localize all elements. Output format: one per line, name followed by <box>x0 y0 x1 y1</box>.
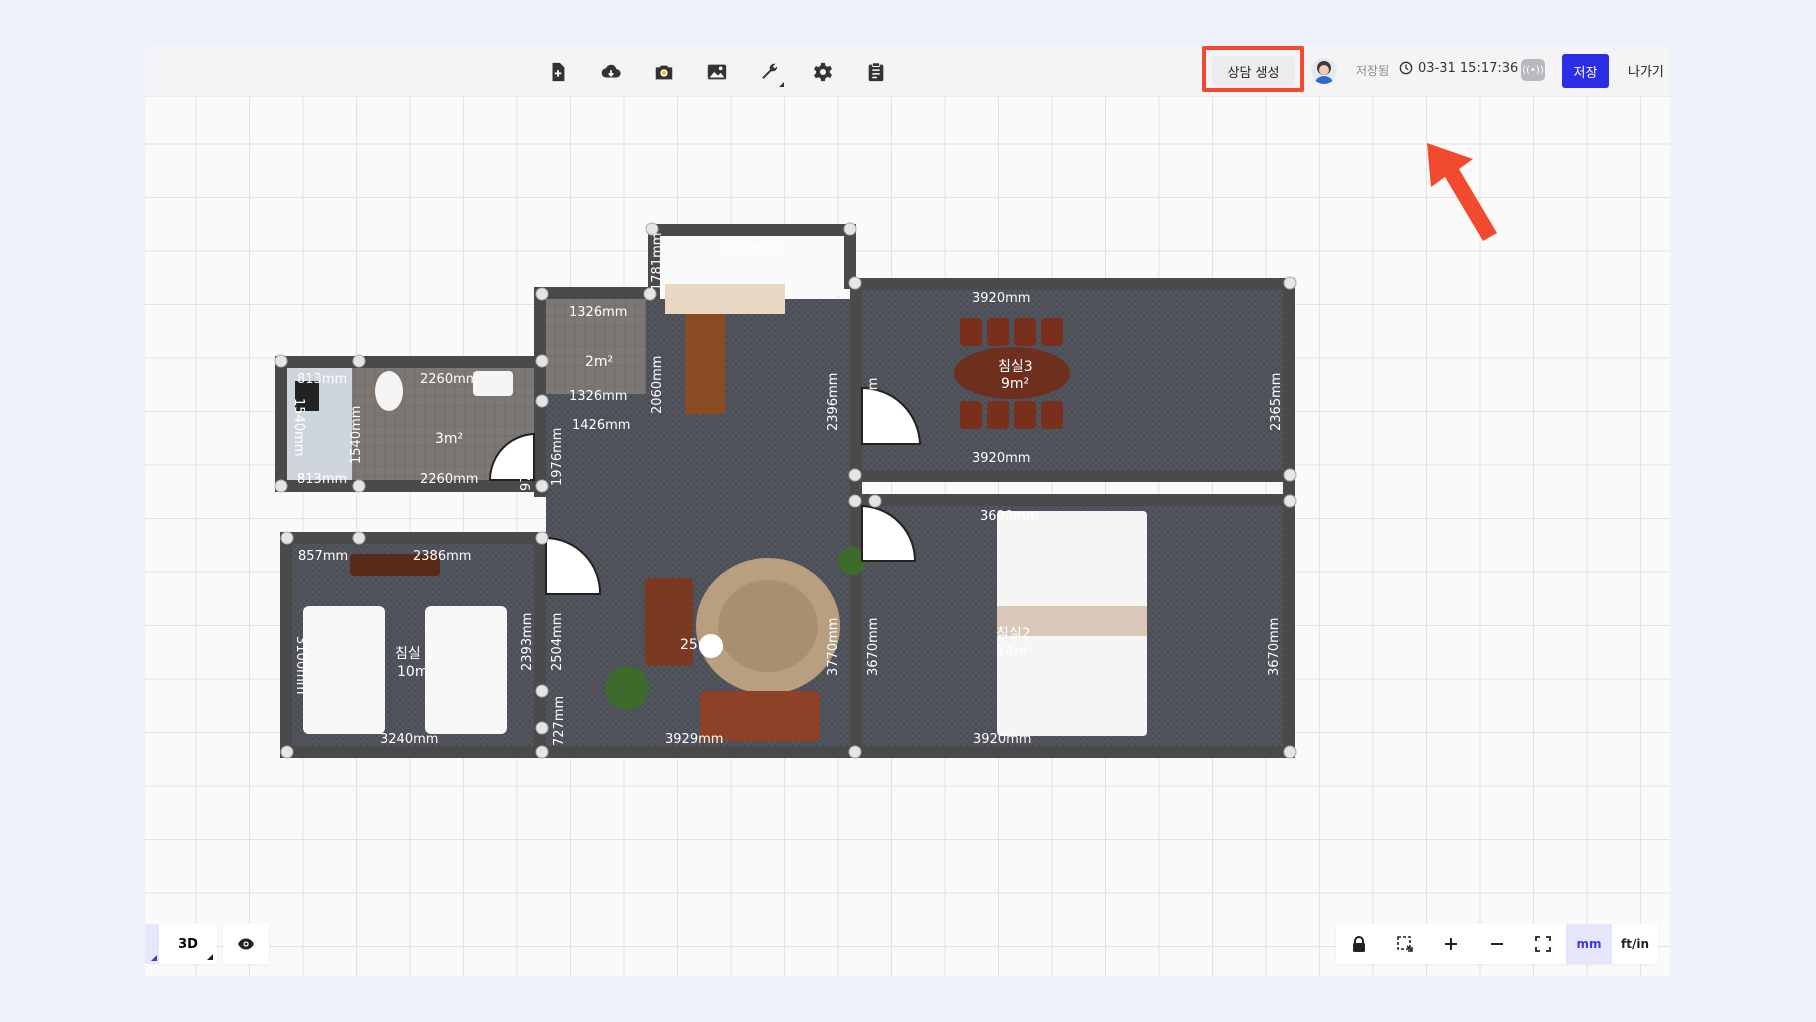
dimension-label: 3920mm <box>972 451 1030 466</box>
room-label-living-area: 25m² <box>680 637 717 653</box>
image-icon[interactable] <box>702 57 732 87</box>
exit-button[interactable]: 나가기 <box>1622 60 1670 81</box>
dimension-label: 857mm <box>298 549 348 564</box>
avatar[interactable] <box>1311 58 1337 84</box>
save-button[interactable]: 저장 <box>1562 54 1609 88</box>
lock-icon <box>1353 936 1365 952</box>
dimension-label: 2500mm <box>720 241 778 256</box>
dimension-label: 1426mm <box>572 418 630 433</box>
view-3d-button[interactable]: 3D <box>159 924 217 964</box>
fit-screen-button[interactable] <box>1520 924 1566 964</box>
cloud-download-icon[interactable] <box>596 57 626 87</box>
select-area-icon <box>1397 936 1413 952</box>
dimension-label: 3100mm <box>293 636 308 694</box>
select-area-button[interactable] <box>1382 924 1428 964</box>
dimension-label: 3920mm <box>972 291 1030 306</box>
dimension-label: 813mm <box>297 472 347 487</box>
clipboard-icon[interactable] <box>861 57 891 87</box>
saved-status: 저장됨 <box>1356 64 1390 78</box>
dimension-label: 2396mm <box>826 373 841 431</box>
wrench-icon[interactable] <box>755 57 785 87</box>
eye-icon <box>238 938 254 950</box>
dimension-label: 1540mm <box>349 406 364 464</box>
dimension-label: 2060mm <box>650 356 665 414</box>
room-label-kitchen-area: 2m² <box>585 354 613 370</box>
dimension-label: 727mm <box>552 696 567 746</box>
app-window: 2m² 3m² 침실3 9m² 침실 1 10m² 25m² 침실2 14m² … <box>145 46 1670 976</box>
highlight-box <box>1202 46 1304 92</box>
view-3d-label: 3D <box>178 936 198 952</box>
zoom-out-button[interactable] <box>1474 924 1520 964</box>
unit-mm-button[interactable]: mm <box>1566 924 1612 964</box>
clock-icon <box>1399 61 1413 75</box>
room-label-bathroom-area: 3m² <box>435 431 463 447</box>
dimension-label: 3920mm <box>973 732 1031 747</box>
room-label-bedroom1-name: 침실 1 <box>395 646 434 662</box>
top-toolbar: 상담 생성 저장됨 03-31 15:17:36 ((•)) 저장 나가기 <box>145 46 1670 97</box>
dimension-label: 2365mm <box>1269 373 1284 431</box>
plus-icon <box>1445 938 1457 950</box>
toolbar-icon-group <box>543 57 914 87</box>
save-timestamp: 03-31 15:17:36 <box>1418 61 1519 76</box>
zoom-in-button[interactable] <box>1428 924 1474 964</box>
room-label-bedroom3-area: 9m² <box>1001 376 1029 392</box>
dimension-label: 2260mm <box>420 472 478 487</box>
lock-button[interactable] <box>1336 924 1382 964</box>
dimension-label: 976mm <box>519 441 534 491</box>
minus-icon <box>1491 943 1503 945</box>
room-label-bedroom2-area: 14m² <box>996 644 1033 660</box>
dimension-label: 2365mm <box>866 378 881 436</box>
dimension-label: 2504mm <box>550 613 565 671</box>
expand-icon <box>1535 936 1551 952</box>
dimension-label: 1976mm <box>550 428 565 486</box>
dimension-label: 3770mm <box>826 618 841 676</box>
dimension-label: 2260mm <box>420 372 478 387</box>
broadcast-icon[interactable]: ((•)) <box>1521 59 1545 81</box>
bottom-left-controls: 3D <box>145 924 269 964</box>
dimension-label: 1781mm <box>650 233 665 291</box>
dimension-label: 2386mm <box>413 549 471 564</box>
view-2d-toggle[interactable] <box>145 924 159 964</box>
gear-icon[interactable] <box>808 57 838 87</box>
new-file-icon[interactable] <box>543 57 573 87</box>
camera-icon[interactable] <box>649 57 679 87</box>
dimension-label: 1540mm <box>291 398 306 456</box>
room-label-bedroom3-name: 침실3 <box>998 359 1033 375</box>
dimension-label: 3929mm <box>665 732 723 747</box>
dimension-label: 3240mm <box>380 732 438 747</box>
room-label-bedroom2-name: 침실2 <box>996 626 1031 642</box>
dimension-label: 3670mm <box>866 618 881 676</box>
dimension-label: 3670mm <box>1267 618 1282 676</box>
room-label-bedroom1-area: 10m² <box>397 664 434 680</box>
visibility-button[interactable] <box>223 924 269 964</box>
dimension-label: 1326mm <box>569 305 627 320</box>
dimension-label: 2393mm <box>520 613 535 671</box>
bottom-right-controls: mm ft/in <box>1336 924 1658 964</box>
dimension-label: 3690mm <box>980 509 1038 524</box>
dimension-label: 813mm <box>297 372 347 387</box>
unit-ftin-button[interactable]: ft/in <box>1612 924 1658 964</box>
dimension-label: 1326mm <box>569 389 627 404</box>
arrow-annotation-icon <box>1427 143 1497 241</box>
